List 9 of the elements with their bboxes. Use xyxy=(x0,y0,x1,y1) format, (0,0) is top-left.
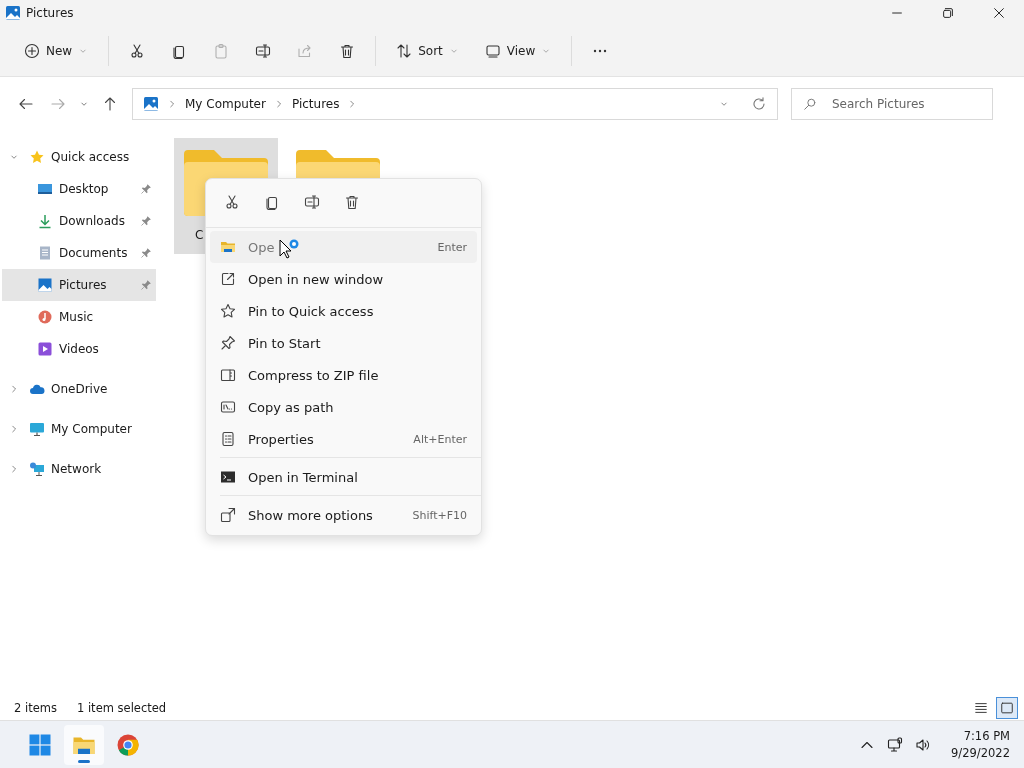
folder-name: C xyxy=(195,228,204,242)
item-count: 2 items xyxy=(14,701,57,715)
shortcut-label: Shift+F10 xyxy=(412,508,467,522)
clock-date: 9/29/2022 xyxy=(951,746,1010,760)
shortcut-label: Alt+Enter xyxy=(413,432,467,446)
selection-count: 1 item selected xyxy=(76,701,167,715)
shortcut-label: Enter xyxy=(437,240,467,254)
clock-time: 7:16 PM xyxy=(963,729,1010,743)
window-title: Pictures xyxy=(26,6,74,20)
